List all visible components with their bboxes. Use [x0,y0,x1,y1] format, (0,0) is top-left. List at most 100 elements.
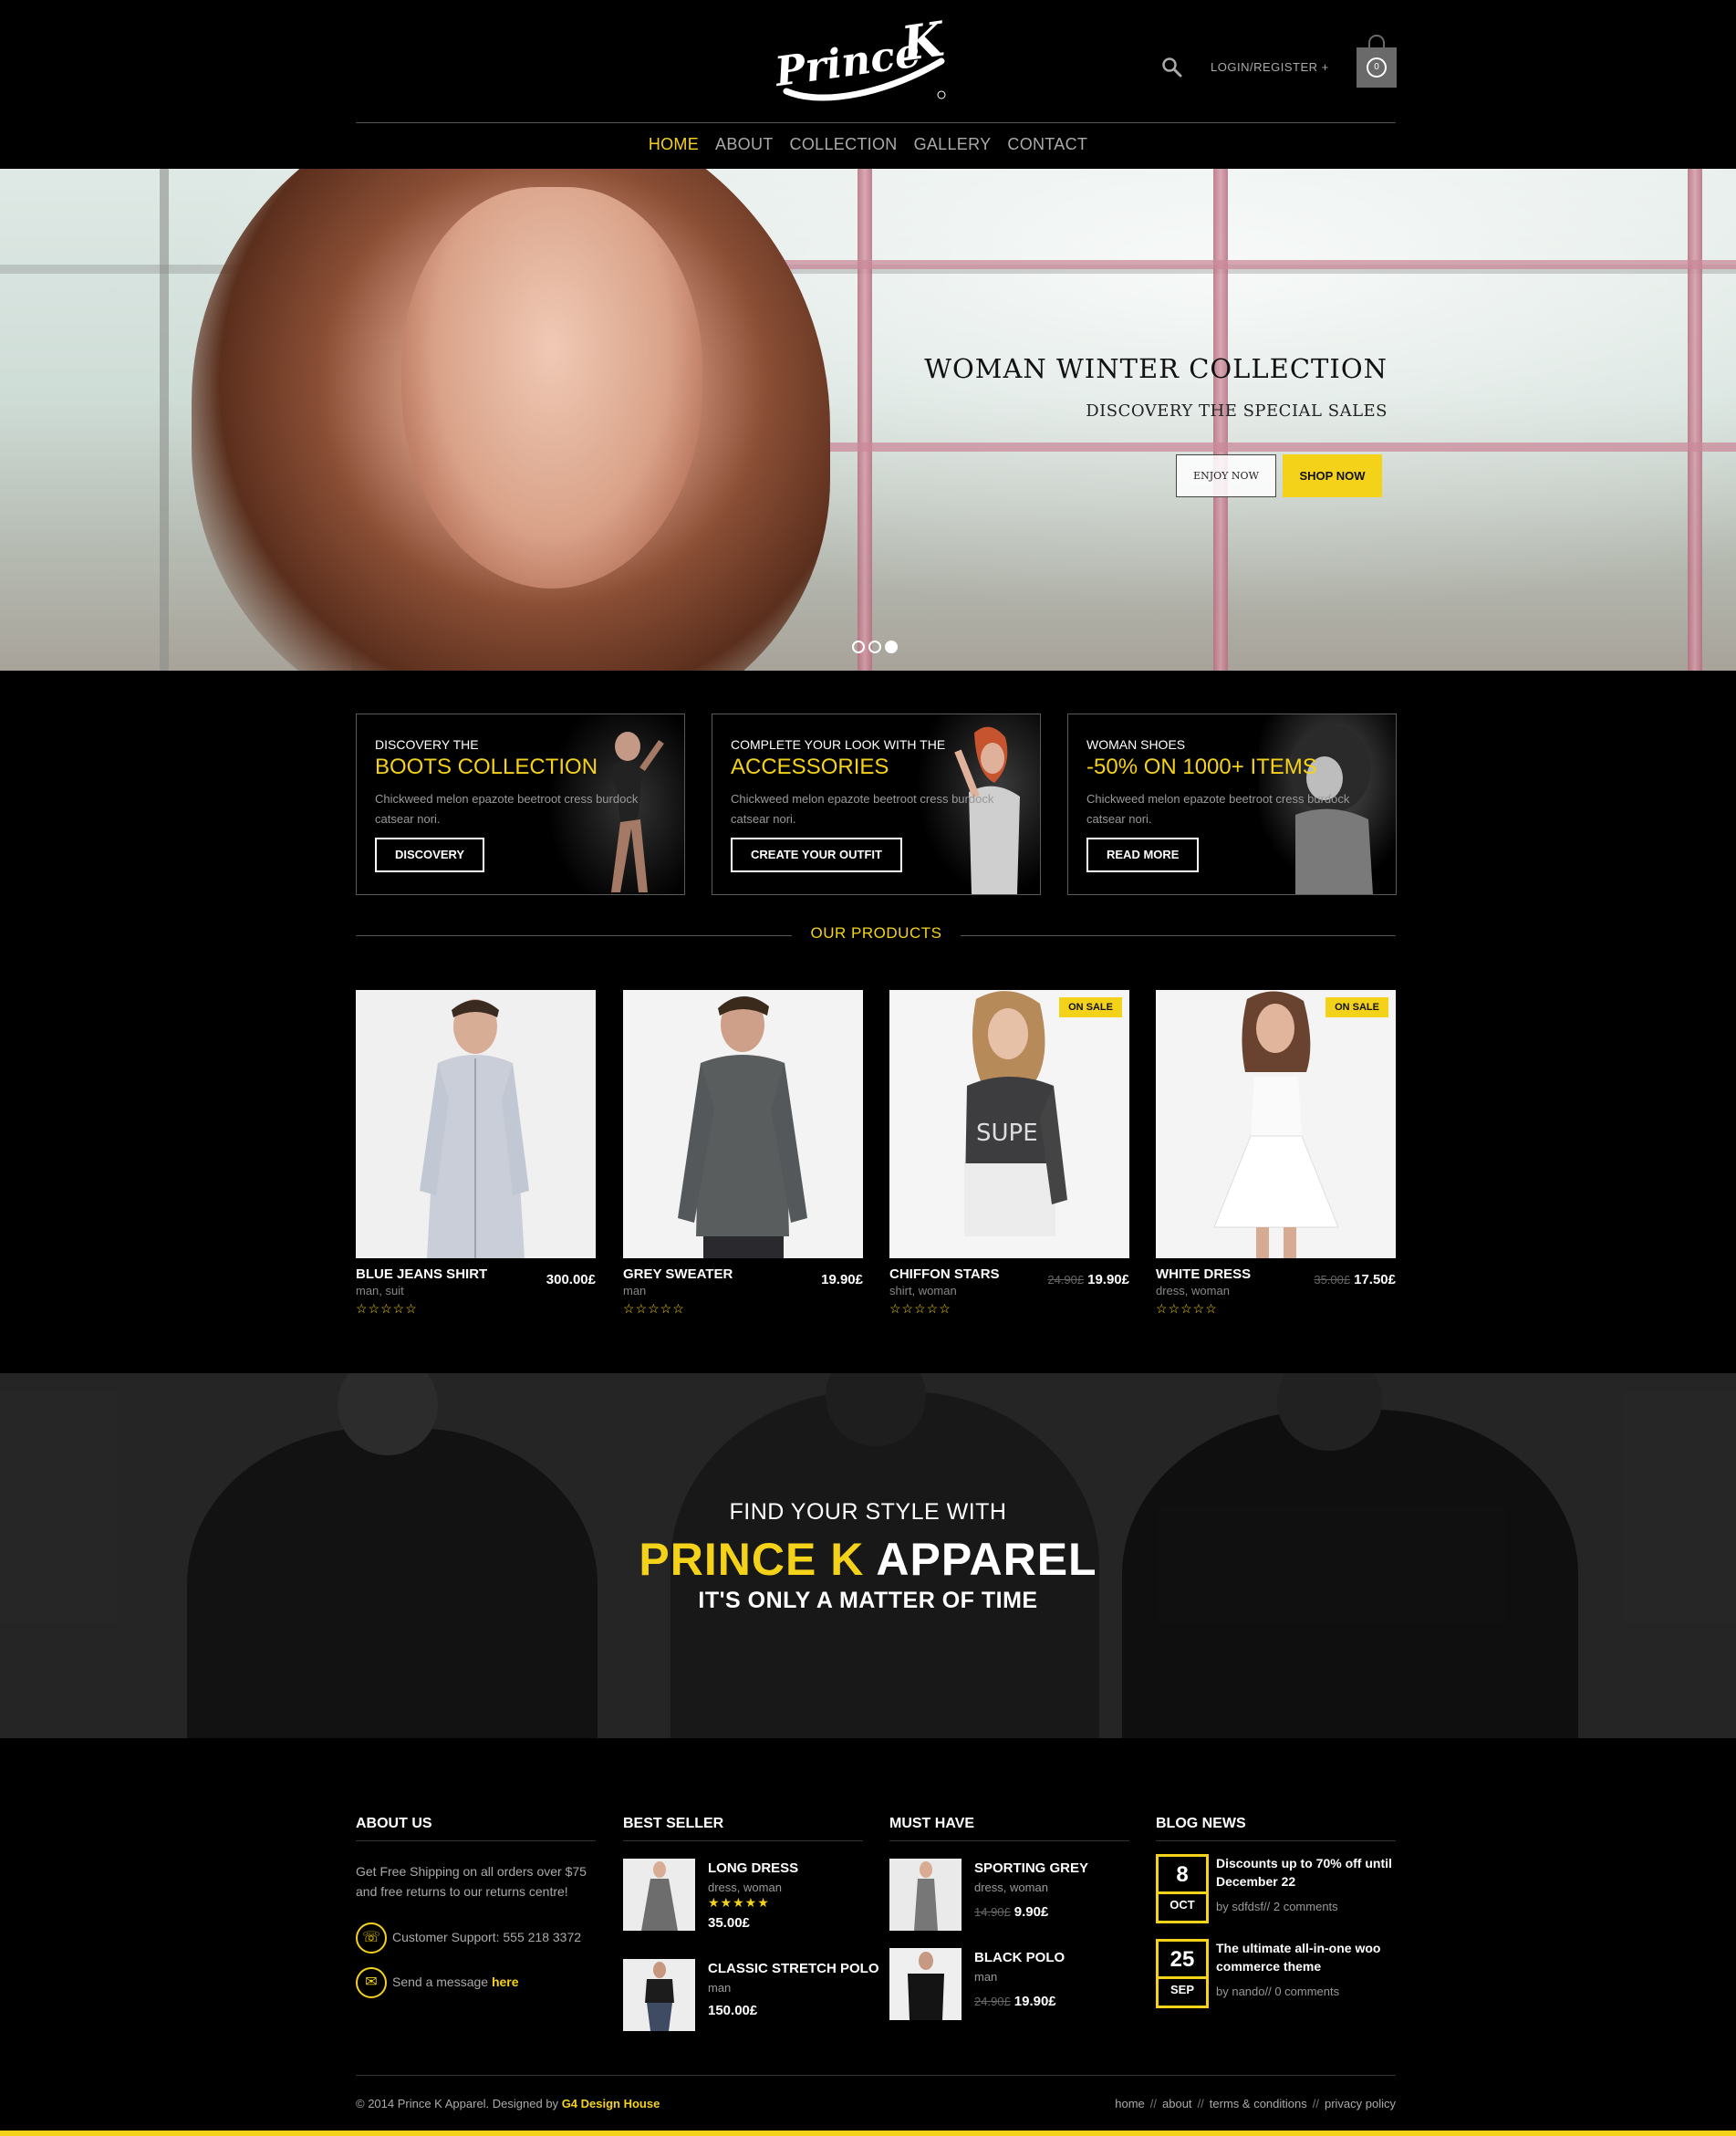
footer-product-image[interactable] [889,1859,962,1931]
footer-product-item[interactable]: CLASSIC STRETCH POLO man 150.00£ [623,1959,879,2032]
slider-dots [852,641,901,658]
svg-text:Prince: Prince [770,29,922,96]
logo-mark: Prince K [770,11,948,101]
blog-post-meta: by nando// 0 comments [1216,1985,1340,1998]
product-image[interactable]: SUPE ON SALE [889,990,1129,1258]
product-name[interactable]: GREY SWEATER [623,1266,733,1282]
product-name[interactable]: WHITE DRESS [1156,1266,1251,1282]
product-image[interactable]: ON SALE [1156,990,1396,1258]
designer-link[interactable]: G4 Design House [562,2097,660,2110]
banner-line-1: FIND YOUR STYLE WITH [729,1499,1007,1525]
footer-link-home[interactable]: home [1115,2097,1145,2110]
blog-post[interactable]: 25 SEP The ultimate all-in-one woo commer… [1156,1939,1396,2012]
product-image[interactable] [356,990,596,1258]
customer-support: ☏ Customer Support: 555 218 3372 [356,1922,581,1954]
main-nav: HOME ABOUT COLLECTION GALLERY CONTACT [0,135,1736,154]
footer-about: ABOUT US Get Free Shipping on all orders… [356,1816,596,1999]
enjoy-now-button[interactable]: ENJOY NOW [1176,454,1276,497]
hero-subtitle: DISCOVERY THE SPECIAL SALES [1086,401,1388,421]
old-price: 35.00£ [1314,1273,1351,1287]
discovery-button[interactable]: DISCOVERY [375,838,485,872]
footer-link-privacy[interactable]: privacy policy [1325,2097,1396,2110]
footer-product-item[interactable]: LONG DRESS dress, woman ★★★★★ 35.00£ [623,1859,863,1932]
products-heading: OUR PRODUCTS [810,924,942,942]
promo-title: -50% ON 1000+ ITEMS [1086,755,1317,779]
footer-product-image[interactable] [889,1948,962,2020]
style-banner: FIND YOUR STYLE WITH PRINCE K APPAREL IT… [0,1373,1736,1738]
product-image[interactable] [623,990,863,1258]
rating-stars: ☆☆☆☆☆ [356,1301,418,1316]
login-register-link[interactable]: LOGIN/REGISTER + [1211,60,1329,74]
nav-home[interactable]: HOME [649,135,699,154]
blog-post[interactable]: 8 OCT Discounts up to 70% off until Decem… [1156,1854,1396,1927]
product-price: 35.00£ 17.50£ [1314,1272,1396,1287]
promo-boots: DISCOVERY THE BOOTS COLLECTION Chickweed… [356,714,685,895]
create-outfit-button[interactable]: CREATE YOUR OUTFIT [731,838,902,872]
blog-post-meta: by sdfdsf// 2 comments [1216,1900,1338,1913]
slider-dot-active[interactable] [885,641,898,653]
product-price: 24.90£ 19.90£ [1047,1272,1129,1287]
nav-collection[interactable]: COLLECTION [790,135,898,154]
blog-post-title[interactable]: Discounts up to 70% off until December 2… [1216,1854,1396,1891]
product-name[interactable]: BLUE JEANS SHIRT [356,1266,487,1282]
phone-icon: ☏ [356,1922,387,1954]
product-categories: man [623,1284,647,1297]
nav-contact[interactable]: CONTACT [1007,135,1087,154]
footer-link-terms[interactable]: terms & conditions [1210,2097,1307,2110]
footer-link-about[interactable]: about [1162,2097,1192,2110]
promo-title: BOOTS COLLECTION [375,755,598,779]
footer-blog: BLOG NEWS 8 OCT Discounts up to 70% off u… [1156,1816,1396,2008]
rating-stars: ★★★★★ [708,1895,770,1910]
footer-links: home//about//terms & conditions//privacy… [1115,2097,1396,2110]
product-categories: man, suit [356,1284,404,1297]
slider-dot[interactable] [852,641,865,653]
send-message-link[interactable]: here [492,1974,519,1989]
footer-about-title: ABOUT US [356,1816,596,1841]
blog-date: 8 OCT [1156,1854,1209,1923]
footer-product-item[interactable]: BLACK POLO man 24.90£ 19.90£ [889,1948,1129,2021]
hero-slider: WOMAN WINTER COLLECTION DISCOVERY THE SP… [0,169,1736,671]
read-more-button[interactable]: READ MORE [1086,838,1200,872]
promo-shoes: WOMAN SHOES -50% ON 1000+ ITEMS Chickwee… [1067,714,1397,895]
product-card[interactable]: ON SALE WHITE DRESS dress, woman 35.00£ 1… [1156,990,1396,1316]
footer-product-image[interactable] [623,1859,695,1931]
footer-divider [356,2075,1396,2076]
shop-now-button[interactable]: SHOP NOW [1283,454,1382,497]
product-name[interactable]: CHIFFON STARS [889,1266,1000,1282]
rating-stars: ☆☆☆☆☆ [623,1301,685,1316]
product-card[interactable]: GREY SWEATER man 19.90£ ☆☆☆☆☆ [623,990,863,1316]
on-sale-badge: ON SALE [1325,997,1388,1017]
site-header: Prince K LOGIN/REGISTER + 0 HOME ABOUT COL… [0,0,1736,169]
footer-must-have: MUST HAVE SPORTING GREY dress, woman 14.… [889,1816,1129,2020]
footer-product-price: 14.90£ 9.90£ [974,1904,1049,1920]
footer-best-seller-title: BEST SELLER [623,1816,863,1841]
blog-date: 25 SEP [1156,1939,1209,2008]
footer-best-seller: BEST SELLER LONG DRESS dress, woman ★★★★… [623,1816,879,2031]
product-card[interactable]: SUPE ON SALE CHIFFON STARS shirt, woman … [889,990,1129,1316]
footer-must-have-title: MUST HAVE [889,1816,1129,1841]
nav-about[interactable]: ABOUT [715,135,774,154]
slider-dot[interactable] [868,641,881,653]
footer-product-price: 24.90£ 19.90£ [974,1994,1056,2009]
search-icon[interactable] [1161,57,1183,78]
logo[interactable]: Prince K [768,11,969,111]
nav-gallery[interactable]: GALLERY [914,135,992,154]
rating-stars: ☆☆☆☆☆ [889,1301,951,1316]
banner-line-3: IT'S ONLY A MATTER OF TIME [698,1588,1038,1613]
product-price: 300.00£ [546,1272,596,1287]
rating-stars: ☆☆☆☆☆ [1156,1301,1218,1316]
banner-line-2: PRINCE K APPAREL [639,1534,1097,1585]
product-card[interactable]: BLUE JEANS SHIRT man, suit 300.00£ ☆☆☆☆☆ [356,990,596,1316]
on-sale-badge: ON SALE [1059,997,1122,1017]
mail-icon: ✉ [356,1967,387,1999]
footer-product-image[interactable] [623,1959,695,2031]
bottom-accent-bar [0,2131,1736,2136]
hero-title: WOMAN WINTER COLLECTION [924,353,1388,384]
header-divider [356,122,1396,123]
product-categories: dress, woman [1156,1284,1230,1297]
blog-post-title[interactable]: The ultimate all-in-one woo commerce the… [1216,1939,1396,1975]
old-price: 24.90£ [1047,1273,1085,1287]
footer-blog-title: BLOG NEWS [1156,1816,1396,1841]
cart-button[interactable]: 0 [1357,35,1397,88]
footer-product-item[interactable]: SPORTING GREY dress, woman 14.90£ 9.90£ [889,1859,1129,1932]
